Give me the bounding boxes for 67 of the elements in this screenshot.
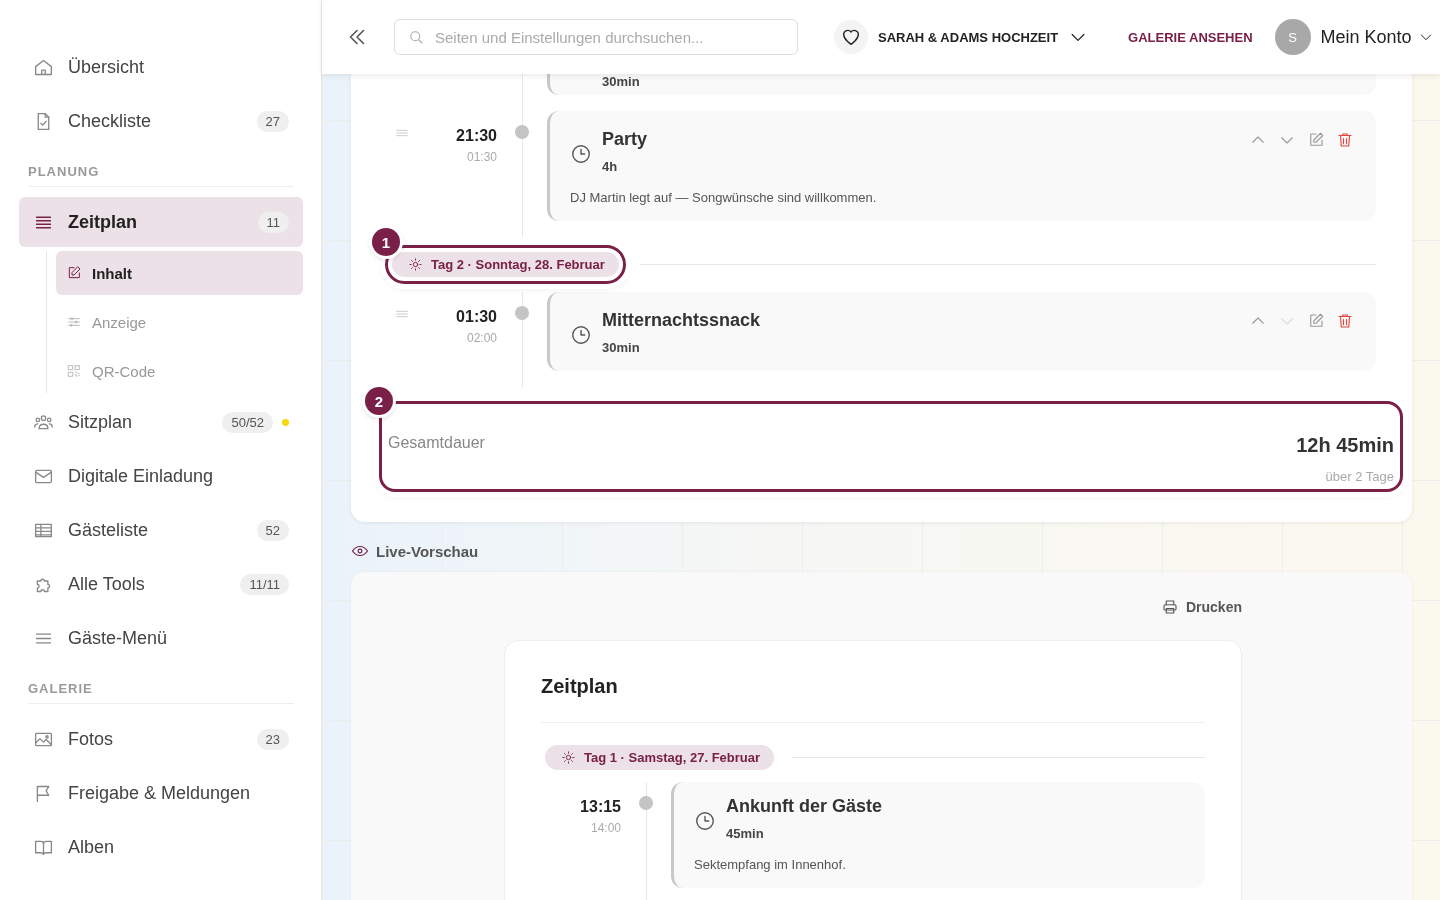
day-label: Tag 2 · Sonntag, 28. Februar: [392, 252, 619, 277]
account-menu[interactable]: S Mein Konto: [1274, 19, 1434, 55]
event-title: Ankunft der Gäste: [726, 796, 884, 817]
total-subtext: über 2 Tage: [1324, 469, 1394, 484]
schedule-title: Zeitplan: [541, 675, 619, 698]
search-icon: [407, 28, 425, 46]
event-duration: 30min: [602, 74, 641, 89]
sun-icon: [408, 257, 423, 272]
sidebar-item[interactable]: Alle Tools 11/11: [19, 559, 303, 609]
event-title: Mitternachtssnack: [602, 310, 762, 331]
end-time: 01:30: [465, 150, 497, 164]
sidebar-item[interactable]: Gäste-Menü: [19, 613, 303, 663]
sidebar-item[interactable]: Fotos 23: [19, 714, 303, 764]
start-time: 13:15: [579, 798, 621, 816]
start-time: 01:30: [455, 308, 497, 326]
clock-icon: [694, 810, 716, 832]
count-badge: 50/52: [222, 411, 273, 433]
search-field[interactable]: Seiten und Einstellungen durchsuchen...: [394, 19, 798, 55]
event-note: Sektempfang im Innenhof.: [694, 857, 847, 872]
event-duration: 30min: [602, 340, 641, 355]
trash-icon[interactable]: [1336, 131, 1354, 149]
avatar: S: [1274, 19, 1311, 55]
sidebar-subitem[interactable]: Inhalt: [56, 251, 303, 295]
print-button[interactable]: Drucken: [1160, 598, 1242, 616]
clock-icon: [570, 324, 592, 346]
sidebar-item[interactable]: Gästeliste 52: [19, 505, 303, 555]
event-note: DJ Martin legt auf — Songwünsche sind willkommen.: [570, 190, 878, 205]
callout-number: 2: [365, 387, 393, 415]
sidebar-item[interactable]: Sitzplan 50/52: [19, 397, 303, 447]
callout-number: 1: [372, 228, 400, 256]
sidebar-item[interactable]: Zeitplan 11: [19, 197, 303, 247]
count-badge: 11: [257, 211, 289, 233]
timeline-dot: [515, 125, 529, 139]
count-badge: 23: [256, 728, 289, 750]
sun-icon: [561, 750, 576, 765]
sidebar-item[interactable]: Übersicht: [19, 42, 303, 92]
day-label: Tag 1 · Samstag, 27. Februar: [545, 745, 775, 770]
section-heading: PLANUNG: [28, 164, 294, 187]
trash-icon[interactable]: [1336, 312, 1354, 330]
count-badge: 27: [256, 110, 289, 132]
total-label: Gesamtdauer: [388, 434, 485, 452]
event-duration: 45min: [726, 826, 765, 841]
qr-code-icon: [66, 363, 82, 379]
total-value: 12h 45min: [1296, 434, 1394, 457]
edit-icon[interactable]: [1307, 131, 1325, 149]
timeline-dot: [639, 796, 653, 810]
event-selector[interactable]: SARAH & ADAMS HOCHZEIT: [834, 20, 1089, 54]
edit-icon: [66, 265, 82, 281]
section-title: Live-Vorschau: [376, 542, 479, 560]
count-badge: 11/11: [240, 573, 289, 595]
end-time: 14:00: [589, 821, 621, 835]
sidebar-item[interactable]: Alben: [19, 822, 303, 872]
end-time: 02:00: [465, 331, 497, 345]
clock-icon: [570, 143, 592, 165]
sidebar-item[interactable]: Digitale Einladung: [19, 451, 303, 501]
gallery-link[interactable]: GALERIE ANSEHEN: [1128, 29, 1253, 45]
start-time: 21:30: [455, 127, 497, 145]
sliders-icon: [66, 314, 82, 330]
sidebar-item[interactable]: Checkliste 27: [19, 96, 303, 146]
timeline-dot: [515, 306, 529, 320]
event-duration: 4h: [602, 159, 619, 174]
count-badge: 52: [256, 519, 289, 541]
edit-icon[interactable]: [1307, 312, 1325, 330]
section-heading: GALERIE: [28, 681, 294, 704]
event-title: Party: [602, 129, 649, 150]
sidebar-item[interactable]: Freigabe & Meldungen: [19, 768, 303, 818]
printer-icon: [1160, 598, 1179, 616]
